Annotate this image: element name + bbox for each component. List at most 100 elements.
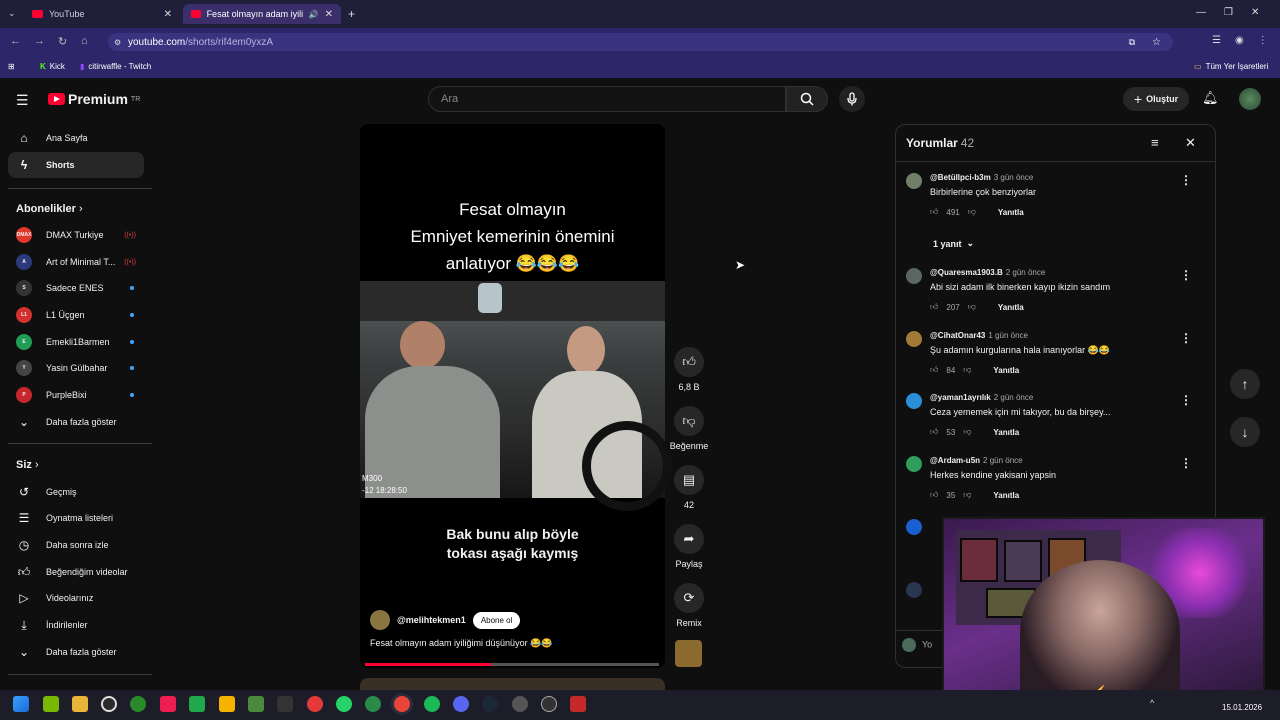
you-heading[interactable]: Siz › (16, 459, 39, 471)
obs-icon[interactable] (570, 696, 586, 712)
search-input[interactable]: Ara (428, 86, 786, 112)
steam-icon[interactable] (482, 696, 498, 712)
comment-more-icon[interactable]: ⋮ (1180, 268, 1192, 282)
valorant-icon[interactable] (307, 696, 323, 712)
xbox-app-icon[interactable] (130, 696, 146, 712)
commenter-avatar[interactable] (906, 268, 922, 284)
xbox-icon[interactable] (101, 696, 117, 712)
reading-list-icon[interactable]: ☰ (1212, 35, 1221, 46)
video-progress-bar[interactable] (365, 663, 659, 666)
tray-chevron-icon[interactable]: ^ (1150, 698, 1154, 708)
subscriptions-heading[interactable]: Abonelikler › (16, 203, 83, 215)
dislike-button[interactable]: 👎︎ Beğenme (670, 406, 708, 451)
bookmark-star-icon[interactable]: ☆ (1152, 37, 1161, 48)
browser-menu-icon[interactable]: ⋮ (1258, 35, 1268, 46)
reload-icon[interactable]: ↻ (58, 35, 67, 48)
like-button[interactable]: 👍︎ 6,8 B (670, 347, 708, 392)
thumbs-down-icon[interactable]: 👎︎ (963, 490, 971, 500)
comment-more-icon[interactable]: ⋮ (1180, 456, 1192, 470)
channel-item[interactable]: A Art of Minimal T... ((•)) (8, 249, 144, 275)
share-button[interactable]: ➦ Paylaş (670, 524, 708, 569)
sound-thumbnail[interactable] (675, 640, 702, 667)
channel-item[interactable]: S Sadece ENES (8, 275, 144, 301)
sidebar-item-watch-later[interactable]: ◷ Daha sonra izle (8, 532, 144, 558)
thumbs-up-icon[interactable]: 👍︎ (930, 365, 938, 375)
audio-playing-icon[interactable]: 🔊 (309, 10, 319, 19)
comment-author[interactable]: @CihatOnar43 (930, 331, 985, 340)
account-avatar[interactable] (1239, 88, 1261, 110)
channel-avatar[interactable] (370, 610, 390, 630)
reply-button[interactable]: Yanıtla (998, 303, 1024, 312)
start-menu-icon[interactable] (13, 696, 29, 712)
new-tab-icon[interactable]: + (348, 7, 355, 21)
comment-author[interactable]: @Ardam-u5n (930, 456, 980, 465)
spotify-icon[interactable] (424, 696, 440, 712)
browser-tab-youtube[interactable]: YouTube ✕ (24, 4, 180, 24)
commenter-avatar[interactable] (906, 456, 922, 472)
previous-short-button[interactable]: ↑ (1230, 369, 1260, 399)
commenter-avatar[interactable] (906, 173, 922, 189)
close-window-icon[interactable]: ✕ (1251, 7, 1259, 18)
channel-item[interactable]: P PurpleBixi (8, 382, 144, 408)
comment-author[interactable]: @Betüllpci-b3m (930, 173, 991, 182)
comment-more-icon[interactable]: ⋮ (1180, 173, 1192, 187)
discord-icon[interactable] (453, 696, 469, 712)
sidebar-item-shorts[interactable]: ϟ Shorts (8, 152, 144, 178)
file-explorer-icon[interactable] (72, 696, 88, 712)
thumbs-down-icon[interactable]: 👎︎ (963, 365, 971, 375)
comment-author[interactable]: @yaman1ayrılık (930, 393, 991, 402)
comments-button[interactable]: ▤ 42 (670, 465, 708, 510)
epic-games-icon[interactable] (277, 696, 293, 712)
reply-button[interactable]: Yanıtla (993, 366, 1019, 375)
minecraft-icon[interactable] (248, 696, 264, 712)
close-panel-icon[interactable]: ✕ (1185, 135, 1196, 151)
comment-more-icon[interactable]: ⋮ (1180, 331, 1192, 345)
site-info-icon[interactable]: ⚙ (114, 38, 121, 47)
sidebar-item-your-videos[interactable]: ▷ Videolarınız (8, 585, 144, 611)
all-bookmarks[interactable]: ▭ Tüm Yer İşaretleri (1194, 62, 1268, 71)
thumbs-up-icon[interactable]: 👍︎ (930, 302, 938, 312)
sidebar-item-downloads[interactable]: ⤓ İndirilenler (8, 612, 144, 638)
thumbs-down-icon[interactable]: 👎︎ (968, 302, 976, 312)
commenter-avatar[interactable] (906, 582, 922, 598)
chrome-icon[interactable] (394, 696, 410, 712)
sidebar-item-history[interactable]: ↺ Geçmiş (8, 479, 144, 505)
thumbs-up-icon[interactable]: 👍︎ (930, 427, 938, 437)
apps-icon[interactable]: ⊞ (8, 62, 15, 71)
browser-tab-active[interactable]: Fesat olmayın adam iyiliğini 🔊 ✕ (183, 4, 341, 24)
back-icon[interactable]: ← (10, 35, 21, 47)
comment-author[interactable]: @Quaresma1903.B (930, 268, 1003, 277)
notifications-bell-icon[interactable]: 🔔︎ (1202, 90, 1219, 106)
close-tab-icon[interactable]: ✕ (325, 9, 333, 20)
search-button[interactable] (786, 86, 828, 112)
commenter-avatar[interactable] (906, 331, 922, 347)
app-icon[interactable] (512, 696, 528, 712)
guide-menu-icon[interactable]: ☰ (16, 92, 29, 109)
add-comment-input[interactable]: Yo (902, 638, 932, 652)
sort-comments-icon[interactable]: ≡ (1151, 135, 1159, 150)
thumbs-down-icon[interactable]: 👎︎ (963, 427, 971, 437)
reply-button[interactable]: Yanıtla (993, 428, 1019, 437)
sidebar-item-playlists[interactable]: ☰ Oynatma listeleri (8, 505, 144, 531)
tiktok-icon[interactable] (160, 696, 176, 712)
short-title[interactable]: Fesat olmayın adam iyiliğimi düşünüyor 😂… (370, 638, 552, 649)
reply-button[interactable]: Yanıtla (993, 491, 1019, 500)
steelseries-icon[interactable] (541, 696, 557, 712)
google-play-icon[interactable] (189, 696, 205, 712)
channel-handle[interactable]: @melihtekmen1 (397, 615, 466, 625)
tab-list-icon[interactable]: ⌄ (8, 8, 16, 19)
youtube-premium-logo[interactable]: Premium TR (48, 91, 140, 107)
nvidia-icon[interactable] (43, 696, 59, 712)
show-more-subscriptions[interactable]: ⌄ Daha fazla göster (8, 409, 144, 435)
thumbs-up-icon[interactable]: 👍︎ (930, 490, 938, 500)
channel-item[interactable]: DMAX DMAX Turkiye ((•)) (8, 222, 144, 248)
maximize-icon[interactable]: ❐ (1224, 7, 1233, 18)
channel-item[interactable]: E Emekli1Barmen (8, 329, 144, 355)
commenter-avatar[interactable] (906, 393, 922, 409)
reply-button[interactable]: Yanıtla (998, 208, 1024, 217)
close-tab-icon[interactable]: ✕ (164, 9, 172, 20)
minimize-icon[interactable]: — (1196, 7, 1206, 18)
sidebar-item-home[interactable]: ⌂ Ana Sayfa (8, 125, 144, 151)
bookmark-twitch[interactable]: ▮ citirwaffle - Twitch (80, 62, 151, 71)
channel-item[interactable]: Y Yasin Gülbahar (8, 355, 144, 381)
